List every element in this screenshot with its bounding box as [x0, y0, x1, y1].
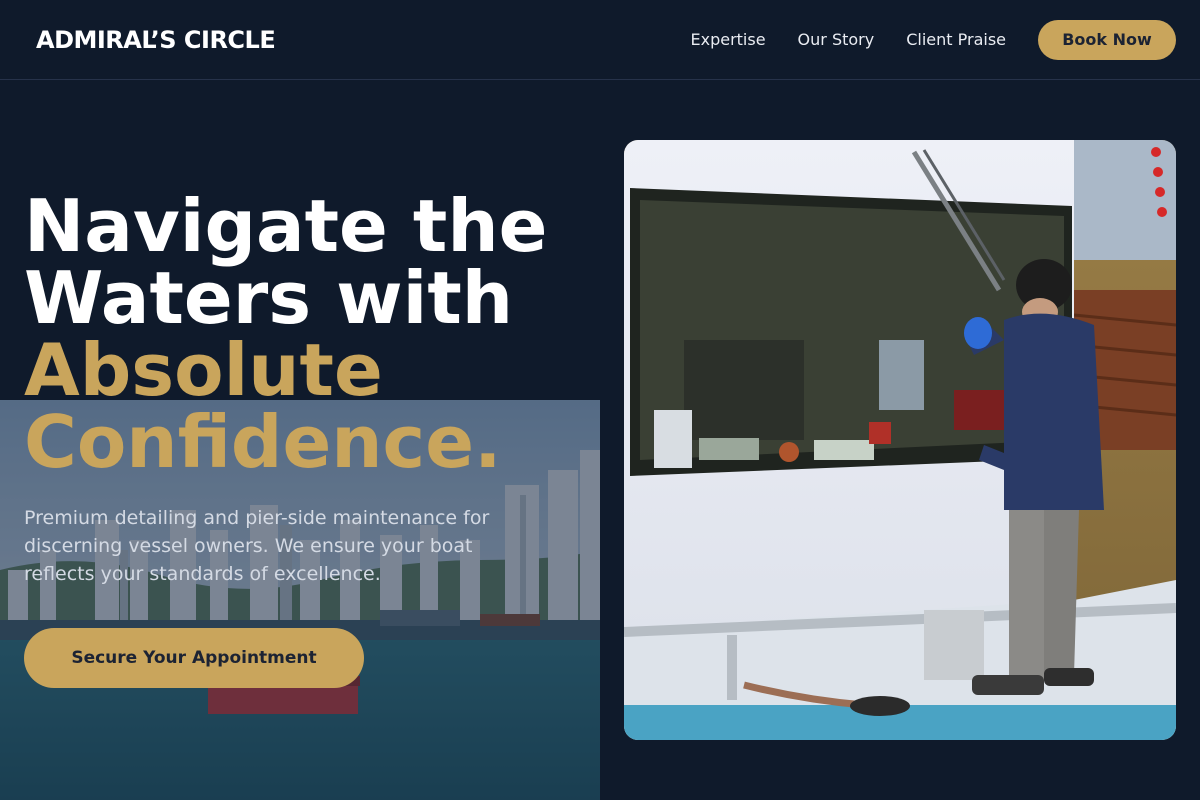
nav-link-our-story[interactable]: Our Story	[798, 30, 875, 49]
secure-appointment-button[interactable]: Secure Your Appointment	[24, 628, 364, 688]
hero-subtitle: Premium detailing and pier-side maintena…	[24, 507, 490, 585]
nav-link-client-praise[interactable]: Client Praise	[906, 30, 1006, 49]
hero-line-4: Confidence.	[24, 400, 502, 484]
navbar: ADMIRAL’S CIRCLE Expertise Our Story Cli…	[0, 0, 1200, 80]
main-nav: Expertise Our Story Client Praise Book N…	[690, 19, 1176, 60]
book-now-button[interactable]: Book Now	[1038, 19, 1176, 60]
hero-heading: Navigate the Waters with Absolute Confid…	[24, 190, 594, 478]
hero-line-1: Navigate the	[24, 184, 548, 268]
boat-photo	[624, 140, 1176, 740]
brand-logo[interactable]: ADMIRAL’S CIRCLE	[36, 26, 276, 54]
nav-link-expertise[interactable]: Expertise	[690, 30, 765, 49]
hero-line-3: Absolute	[24, 328, 383, 412]
hero-line-2: Waters with	[24, 256, 513, 340]
